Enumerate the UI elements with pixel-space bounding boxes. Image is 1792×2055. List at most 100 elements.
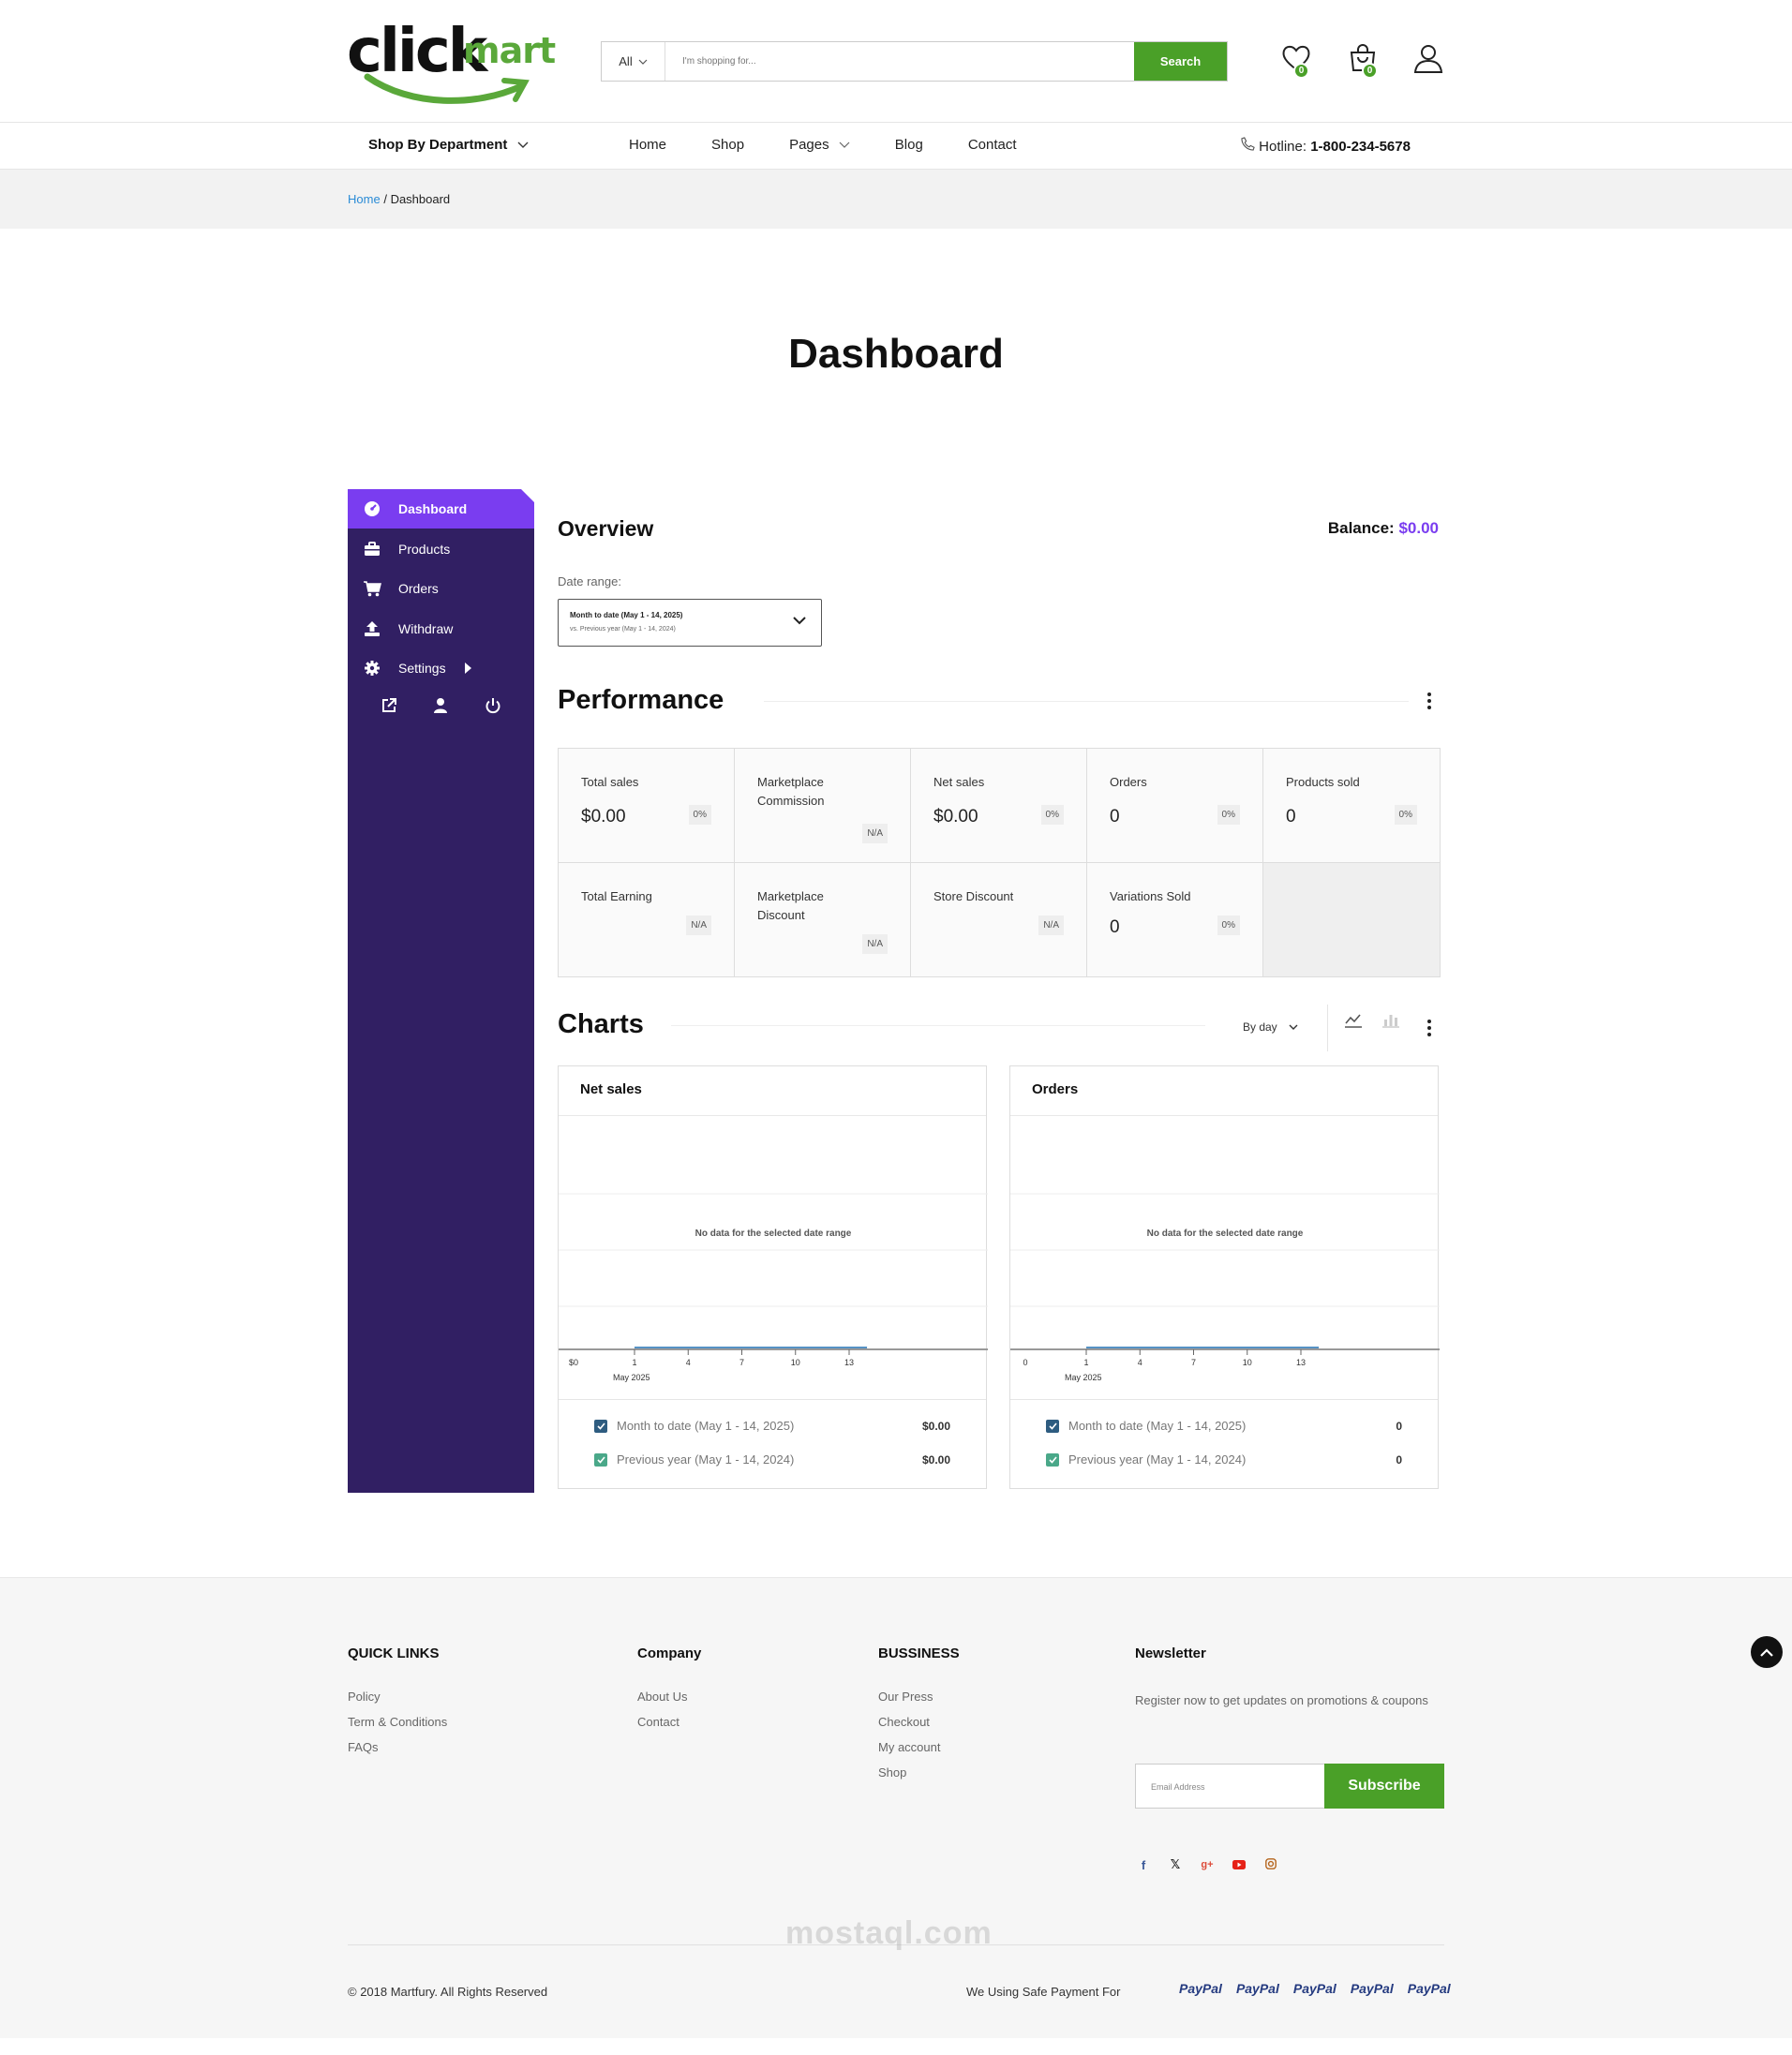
- search-category-select[interactable]: All: [602, 42, 665, 81]
- stat-total-earning[interactable]: Total Earning N/A: [559, 862, 735, 976]
- more-options-icon[interactable]: [1427, 692, 1431, 712]
- breadcrumb: Home / Dashboard: [348, 192, 450, 206]
- back-to-top-button[interactable]: [1751, 1636, 1783, 1668]
- checkbox-checked-icon[interactable]: [1046, 1452, 1059, 1467]
- stat-net-sales[interactable]: Net sales $0.00 0%: [911, 749, 1087, 863]
- stat-delta-badge: 0%: [1040, 805, 1064, 825]
- facebook-icon[interactable]: f: [1135, 1858, 1152, 1872]
- search-bar: All Search: [601, 41, 1228, 82]
- more-options-icon[interactable]: [1427, 1020, 1431, 1039]
- payment-logos: PayPal PayPal PayPal PayPal PayPal: [1179, 1981, 1451, 1996]
- sidebar-item-dashboard[interactable]: Dashboard: [348, 489, 534, 529]
- wishlist-button[interactable]: 0: [1280, 42, 1314, 80]
- stat-label: Total Earning: [581, 888, 652, 903]
- bar-chart-icon[interactable]: [1381, 1012, 1400, 1029]
- user-icon[interactable]: [433, 697, 448, 714]
- instagram-icon[interactable]: [1262, 1857, 1279, 1872]
- stat-empty-cell: [1263, 862, 1440, 976]
- x-icon[interactable]: 𝕏: [1167, 1857, 1184, 1872]
- footer-link[interactable]: Checkout: [878, 1715, 960, 1729]
- nav-link-pages[interactable]: Pages: [789, 137, 850, 153]
- line-chart-icon[interactable]: [1344, 1012, 1363, 1029]
- date-range-label: Date range:: [558, 574, 621, 588]
- legend-item[interactable]: Previous year (May 1 - 14, 2024) 0: [1046, 1452, 1402, 1467]
- legend-label: Previous year (May 1 - 14, 2024): [617, 1452, 795, 1467]
- stat-label: Marketplace Commission: [757, 775, 825, 808]
- footer-link[interactable]: FAQs: [348, 1740, 447, 1754]
- stat-delta-badge: 0%: [1394, 805, 1417, 825]
- paypal-logo: PayPal: [1292, 1981, 1337, 1996]
- no-data-message: No data for the selected date range: [1147, 1229, 1304, 1239]
- legend-item[interactable]: Previous year (May 1 - 14, 2024) $0.00: [594, 1452, 950, 1467]
- sidebar-item-orders[interactable]: Orders: [348, 569, 534, 608]
- paypal-logo: PayPal: [1350, 1981, 1394, 1996]
- divider: [764, 701, 1409, 702]
- external-link-icon[interactable]: [381, 697, 397, 714]
- date-range-picker[interactable]: Month to date (May 1 - 14, 2025) vs. Pre…: [558, 599, 822, 647]
- footer-link[interactable]: About Us: [637, 1690, 701, 1704]
- google-plus-icon[interactable]: g+: [1199, 1859, 1216, 1870]
- checkbox-checked-icon[interactable]: [1046, 1419, 1059, 1433]
- checkbox-checked-icon[interactable]: [594, 1419, 607, 1433]
- x-tick-label: 1: [632, 1358, 636, 1367]
- youtube-icon[interactable]: [1231, 1858, 1247, 1872]
- stat-products-sold[interactable]: Products sold 0 0%: [1263, 749, 1440, 863]
- nav-link-blog[interactable]: Blog: [895, 137, 923, 153]
- legend-item[interactable]: Month to date (May 1 - 14, 2025) 0: [1046, 1419, 1402, 1433]
- performance-grid: Total sales $0.00 0% Marketplace Commiss…: [558, 748, 1441, 977]
- shop-by-department-menu[interactable]: Shop By Department: [368, 137, 529, 153]
- footer-link[interactable]: My account: [878, 1740, 960, 1754]
- date-range-primary: Month to date (May 1 - 14, 2025): [570, 611, 683, 619]
- stat-variations-sold[interactable]: Variations Sold 0 0%: [1087, 862, 1263, 976]
- divider: [671, 1025, 1205, 1026]
- subscribe-button[interactable]: Subscribe: [1324, 1764, 1444, 1809]
- x-tick-label: 4: [686, 1358, 691, 1367]
- stat-store-discount[interactable]: Store Discount N/A: [911, 862, 1087, 976]
- department-label: Shop By Department: [368, 137, 508, 153]
- briefcase-icon: [348, 542, 391, 557]
- power-icon[interactable]: [485, 697, 501, 714]
- site-logo[interactable]: click mart: [347, 17, 556, 106]
- footer-heading: QUICK LINKS: [348, 1645, 440, 1661]
- footer-link[interactable]: Term & Conditions: [348, 1715, 447, 1729]
- sidebar-item-label: Orders: [398, 581, 439, 596]
- sidebar-item-withdraw[interactable]: Withdraw: [348, 609, 534, 648]
- search-input[interactable]: [665, 42, 1134, 81]
- footer-link[interactable]: Our Press: [878, 1690, 960, 1704]
- overview-title: Overview: [558, 516, 654, 541]
- cart-button[interactable]: 0: [1347, 42, 1381, 80]
- stat-label: Products sold: [1286, 775, 1360, 789]
- divider: [1327, 1005, 1328, 1051]
- breadcrumb-home-link[interactable]: Home: [348, 192, 381, 206]
- stat-delta-badge: N/A: [862, 933, 888, 954]
- nav-link-contact[interactable]: Contact: [968, 137, 1017, 153]
- account-button[interactable]: [1412, 42, 1446, 80]
- interval-select[interactable]: By day: [1243, 1020, 1298, 1034]
- stat-orders[interactable]: Orders 0 0%: [1087, 749, 1263, 863]
- stat-marketplace-discount[interactable]: Marketplace Discount N/A: [735, 862, 911, 976]
- footer-link[interactable]: Shop: [878, 1765, 960, 1780]
- legend-value: $0.00: [921, 1452, 950, 1467]
- breadcrumb-current: Dashboard: [390, 192, 451, 206]
- dashboard-icon: [348, 500, 391, 517]
- stat-total-sales[interactable]: Total sales $0.00 0%: [559, 749, 735, 863]
- hotline-number[interactable]: 1-800-234-5678: [1310, 139, 1411, 155]
- stat-delta-badge: N/A: [862, 824, 888, 843]
- sidebar-item-settings[interactable]: Settings: [348, 648, 534, 688]
- sidebar-item-products[interactable]: Products: [348, 529, 534, 569]
- interval-label: By day: [1243, 1020, 1277, 1034]
- stat-label: Marketplace Discount: [757, 888, 824, 922]
- gear-icon: [348, 660, 391, 677]
- stat-marketplace-commission[interactable]: Marketplace Commission N/A: [735, 749, 911, 863]
- no-data-message: No data for the selected date range: [695, 1229, 852, 1239]
- chart-title: Net sales: [580, 1081, 642, 1097]
- footer-link[interactable]: Contact: [637, 1715, 701, 1729]
- nav-link-pages-label: Pages: [789, 137, 829, 153]
- footer-link[interactable]: Policy: [348, 1690, 447, 1704]
- legend-item[interactable]: Month to date (May 1 - 14, 2025) $0.00: [594, 1419, 950, 1433]
- checkbox-checked-icon[interactable]: [594, 1452, 607, 1467]
- search-button[interactable]: Search: [1134, 42, 1227, 81]
- email-field[interactable]: Email Address: [1136, 1765, 1324, 1808]
- nav-link-home[interactable]: Home: [629, 137, 666, 153]
- nav-link-shop[interactable]: Shop: [711, 137, 744, 153]
